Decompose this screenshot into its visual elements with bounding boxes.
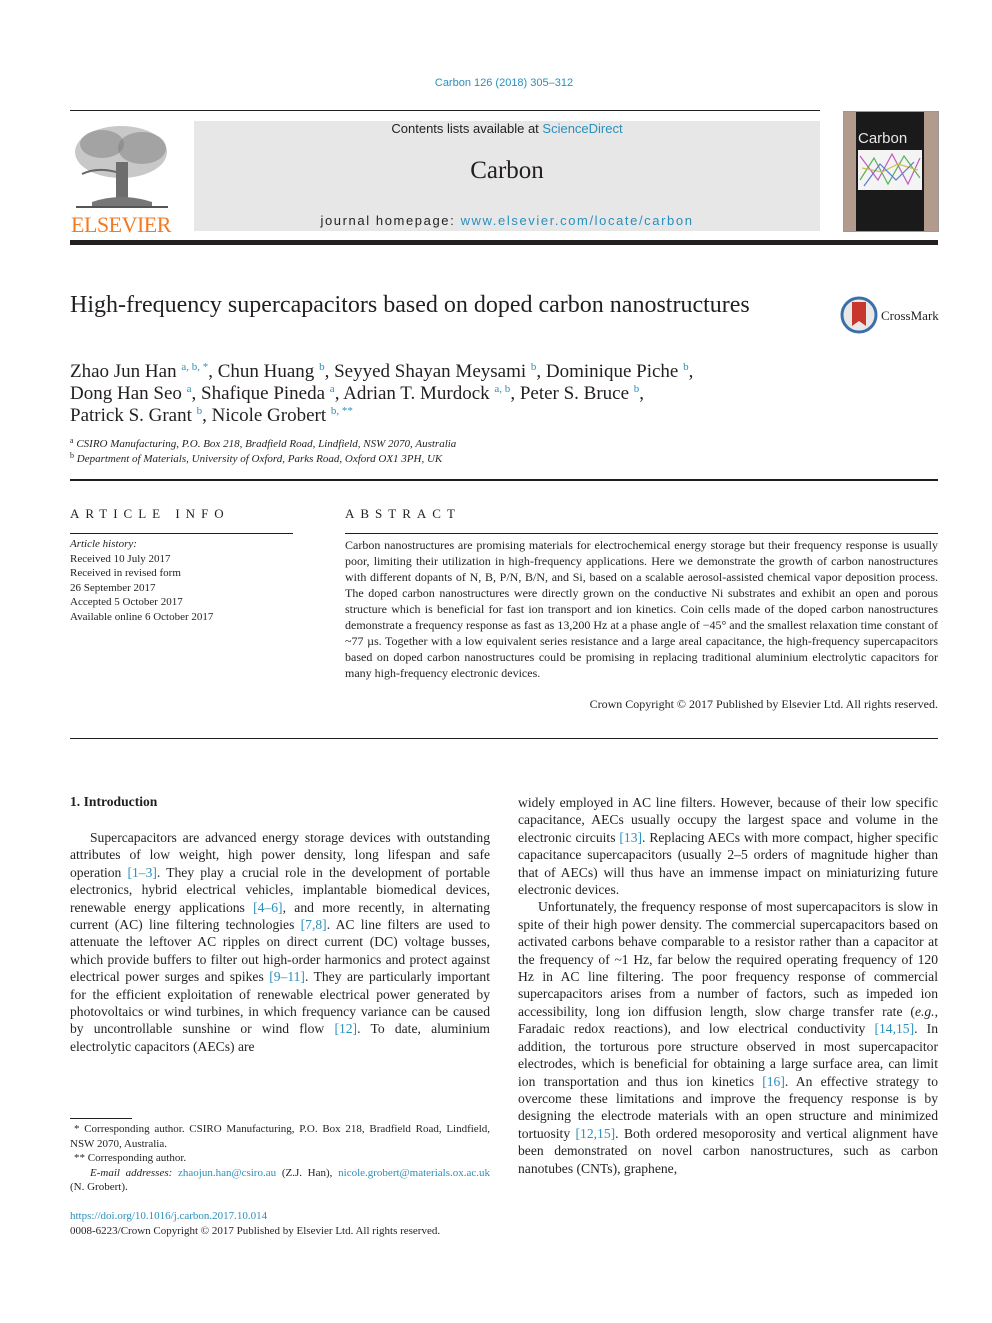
crossmark-badge[interactable]: CrossMark	[840, 296, 950, 336]
author[interactable]: Patrick S. Grant b,	[70, 405, 212, 426]
sciencedirect-link[interactable]: ScienceDirect	[542, 121, 622, 136]
article-info-heading: ARTICLE INFO	[70, 506, 230, 521]
affiliation: b Department of Materials, University of…	[70, 450, 443, 465]
article-info-rule	[70, 533, 293, 534]
footnote-emails: E-mail addresses: zhaojun.han@csiro.au (…	[70, 1166, 490, 1194]
contents-line: Contents lists available at ScienceDirec…	[194, 121, 820, 136]
body-column-left: Supercapacitors are advanced energy stor…	[70, 829, 490, 1055]
footnote-rule	[70, 1118, 132, 1119]
affiliation: a CSIRO Manufacturing, P.O. Box 218, Bra…	[70, 436, 457, 451]
citation-link[interactable]: [9–11]	[269, 969, 305, 984]
masthead-bottom-rule	[70, 240, 938, 245]
italic-text: e.g.	[914, 1003, 935, 1019]
crossmark-label: CrossMark	[881, 308, 939, 323]
contents-prefix: Contents lists available at	[391, 121, 543, 136]
masthead-top-rule	[70, 110, 820, 111]
section-heading-introduction: 1. Introduction	[70, 794, 158, 809]
email-link[interactable]: zhaojun.han@csiro.au	[178, 1167, 276, 1179]
issn-copyright: 0008-6223/Crown Copyright © 2017 Publish…	[70, 1225, 441, 1237]
body-column-right: widely employed in AC line filters. Howe…	[518, 794, 938, 1177]
footnote-corresponding-1: * Corresponding author. CSIRO Manufactur…	[70, 1123, 490, 1150]
homepage-line: journal homepage: www.elsevier.com/locat…	[194, 213, 820, 228]
abstract-copyright: Crown Copyright © 2017 Published by Else…	[589, 697, 938, 711]
footnotes: * Corresponding author. CSIRO Manufactur…	[70, 1122, 490, 1195]
author[interactable]: Adrian T. Murdock a, b,	[343, 383, 520, 404]
author[interactable]: Peter S. Bruce b,	[520, 383, 644, 404]
history-item: Received in revised form	[70, 567, 181, 579]
abstract-rule	[345, 533, 938, 534]
citation-link[interactable]: [12]	[334, 1021, 357, 1036]
body-rule	[70, 738, 938, 739]
history-item: 26 September 2017	[70, 581, 156, 594]
citation-link[interactable]: [1–3]	[127, 865, 156, 880]
history-label: Article history:	[70, 538, 137, 550]
abstract-heading: ABSTRACT	[345, 506, 461, 521]
author-affiliation-mark[interactable]: a, b	[494, 383, 510, 395]
body-paragraph: widely employed in AC line filters. Howe…	[518, 794, 938, 898]
article-title: High-frequency supercapacitors based on …	[70, 292, 750, 318]
citation-link[interactable]: [7,8]	[301, 917, 327, 932]
doi-link[interactable]: https://doi.org/10.1016/j.carbon.2017.10…	[70, 1210, 267, 1222]
email-label: E-mail addresses:	[90, 1166, 178, 1179]
citation-link[interactable]: [4–6]	[253, 900, 282, 915]
author[interactable]: Shafique Pineda a,	[201, 383, 343, 404]
elsevier-tree-icon	[75, 126, 168, 208]
cover-title: Carbon	[858, 130, 908, 147]
author[interactable]: Dong Han Seo a,	[70, 383, 201, 404]
author-affiliation-mark[interactable]: a, b, *	[181, 361, 208, 373]
email-link[interactable]: nicole.grobert@materials.ox.ac.uk	[338, 1167, 490, 1179]
citation-link[interactable]: [13]	[619, 830, 642, 845]
body-paragraph: Unfortunately, the frequency response of…	[518, 898, 938, 1177]
author[interactable]: Nicole Grobert b, **	[212, 405, 353, 426]
affiliation-list: a CSIRO Manufacturing, P.O. Box 218, Bra…	[70, 437, 930, 466]
footnote-corresponding-2: ** Corresponding author.	[74, 1152, 187, 1164]
history-item: Accepted 5 October 2017	[70, 596, 183, 608]
abstract-text: Carbon nanostructures are promising mate…	[345, 538, 938, 680]
author-list: Zhao Jun Han a, b, *, Chun Huang b, Seyy…	[70, 361, 930, 427]
article-history: Article history: Received 10 July 2017 R…	[70, 537, 213, 624]
homepage-prefix: journal homepage:	[320, 213, 461, 228]
author[interactable]: Dominique Piche b,	[546, 361, 693, 382]
elsevier-wordmark: ELSEVIER	[71, 212, 171, 237]
paragraph-text: Unfortunately, the frequency response of…	[518, 899, 938, 1019]
journal-cover-thumbnail[interactable]: Carbon	[843, 111, 939, 232]
crossmark-icon	[840, 296, 878, 334]
section-rule	[70, 479, 938, 481]
author[interactable]: Zhao Jun Han a, b, *,	[70, 361, 218, 382]
history-item: Available online 6 October 2017	[70, 610, 214, 623]
history-item: Received 10 July 2017	[70, 552, 171, 565]
journal-name: Carbon	[470, 157, 544, 184]
cover-panel: Carbon	[856, 112, 924, 231]
author[interactable]: Chun Huang b,	[218, 361, 334, 382]
journal-homepage-link[interactable]: www.elsevier.com/locate/carbon	[461, 213, 694, 228]
body-paragraph: Supercapacitors are advanced energy stor…	[70, 829, 490, 1055]
cover-art-icon	[858, 150, 922, 190]
citation-link[interactable]: [16]	[762, 1074, 785, 1089]
citation-link[interactable]: [14,15]	[874, 1021, 914, 1036]
elsevier-logo[interactable]: ELSEVIER	[70, 118, 172, 237]
author[interactable]: Seyyed Shayan Meysami b,	[334, 361, 546, 382]
journal-masthead: Contents lists available at ScienceDirec…	[194, 121, 820, 231]
citation-link[interactable]: [12,15]	[576, 1126, 616, 1141]
journal-citation-link[interactable]: Carbon 126 (2018) 305–312	[0, 77, 992, 89]
author-affiliation-mark[interactable]: b, **	[331, 405, 353, 417]
